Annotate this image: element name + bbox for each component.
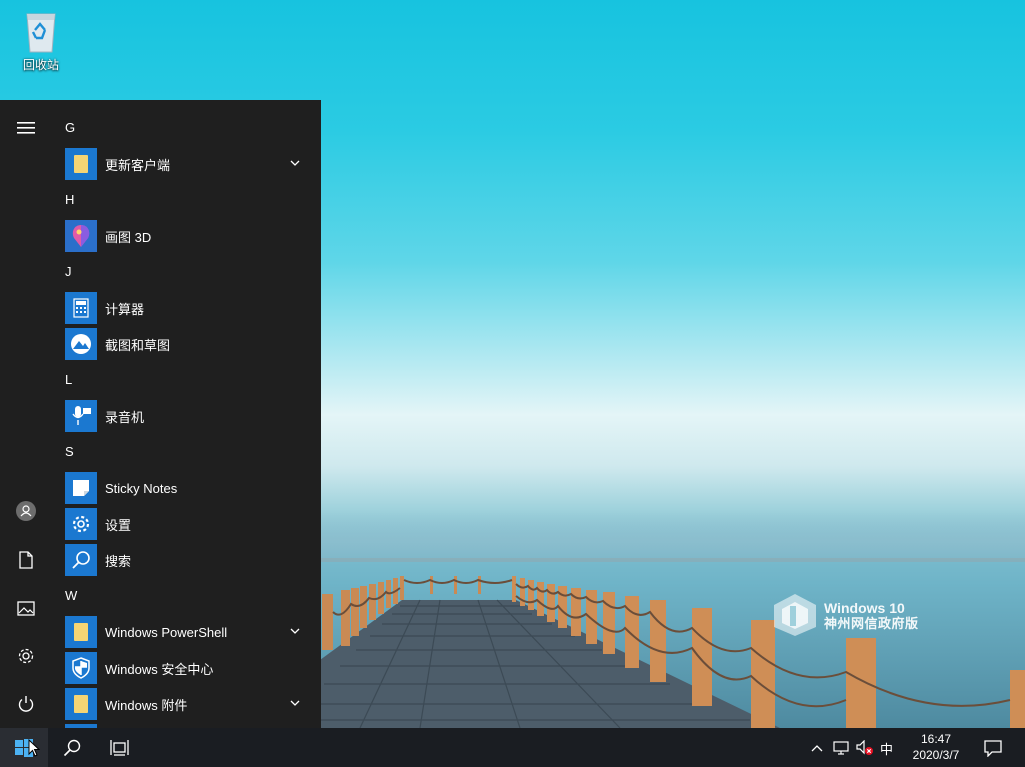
task-view-button[interactable] [96, 728, 144, 767]
action-center-button[interactable] [978, 728, 1008, 767]
windows-watermark: Windows 10 神州网信政府版 [772, 592, 918, 643]
hamburger-menu-button[interactable] [6, 108, 46, 148]
app-item-windows-security[interactable]: Windows 安全中心 [52, 650, 321, 686]
snip-sketch-icon [71, 334, 91, 354]
show-hidden-icons-button[interactable] [806, 728, 828, 767]
app-item-windows-powershell[interactable]: Windows PowerShell [52, 614, 321, 650]
app-name: 截图和草图 [105, 337, 171, 353]
folder-icon [74, 695, 88, 713]
app-name: 设置 [105, 517, 132, 533]
app-tile [65, 220, 97, 252]
app-name: Windows 安全中心 [105, 661, 214, 677]
hamburger-menu-icon [17, 122, 35, 134]
section-header-l[interactable]: L [52, 362, 321, 398]
app-item-update-client[interactable]: 更新客户端 [52, 146, 321, 182]
app-tile [65, 292, 97, 324]
app-name: Sticky Notes [105, 480, 178, 496]
desktop-icon-recycle-bin[interactable]: 回收站 [10, 8, 72, 73]
task-view-icon [110, 739, 129, 756]
app-tile [65, 688, 97, 720]
app-tile [65, 508, 97, 540]
app-item-sticky-notes[interactable]: Sticky Notes [52, 470, 321, 506]
clock[interactable]: 16:47 2020/3/7 [902, 731, 970, 763]
app-name: 更新客户端 [105, 157, 171, 173]
app-name: Windows PowerShell [105, 624, 228, 640]
pictures-button[interactable] [6, 588, 46, 628]
user-account-button[interactable] [6, 491, 46, 531]
user-avatar-icon [16, 501, 36, 521]
app-item-windows-accessories[interactable]: Windows 附件 [52, 686, 321, 722]
section-header-s[interactable]: S [52, 434, 321, 470]
desktop-icon-label: 回收站 [22, 58, 59, 72]
app-tile [65, 148, 97, 180]
app-tile [65, 400, 97, 432]
documents-icon [19, 551, 33, 569]
app-item-calculator[interactable]: 计算器 [52, 290, 321, 326]
start-button[interactable] [0, 728, 48, 767]
app-name: 计算器 [105, 301, 145, 317]
watermark-subtitle: 神州网信政府版 [824, 616, 919, 631]
app-name: Windows 附件 [105, 697, 188, 713]
chevron-up-icon [811, 744, 823, 751]
chevron-down-icon[interactable] [289, 625, 301, 637]
app-tile [65, 472, 97, 504]
search-icon [63, 739, 81, 756]
paint3d-icon [72, 225, 90, 247]
app-name: 画图 3D [105, 229, 152, 245]
settings-icon [18, 648, 34, 664]
volume-muted-icon [856, 739, 873, 755]
shield-icon [72, 657, 90, 679]
windows-logo-watermark-icon [774, 594, 816, 636]
start-menu: G 更新客户端 H 画图 3D J 计算器 截图和草图 L 录音机 S Stic… [0, 100, 321, 728]
app-name: 搜索 [105, 553, 132, 569]
network-icon [833, 740, 849, 755]
app-name: 录音机 [105, 409, 145, 425]
app-item-snip-sketch[interactable]: 截图和草图 [52, 326, 321, 362]
start-app-list: G 更新客户端 H 画图 3D J 计算器 截图和草图 L 录音机 S Stic… [52, 110, 321, 728]
watermark-title: Windows 10 [824, 600, 905, 616]
app-item-settings[interactable]: 设置 [52, 506, 321, 542]
chevron-down-icon[interactable] [289, 157, 301, 169]
app-tile [65, 652, 97, 684]
app-item-search[interactable]: 搜索 [52, 542, 321, 578]
power-button[interactable] [6, 684, 46, 724]
pictures-icon [17, 600, 35, 616]
recycle-bin-icon [26, 13, 56, 53]
taskbar: 中 16:47 2020/3/7 [0, 728, 1025, 767]
app-tile [65, 328, 97, 360]
documents-button[interactable] [6, 540, 46, 580]
voice-recorder-icon [72, 406, 91, 425]
input-method-indicator[interactable]: 中 [880, 739, 893, 758]
app-tile [65, 544, 97, 576]
network-status-button[interactable] [830, 728, 852, 767]
taskbar-search-button[interactable] [48, 728, 96, 767]
section-header-j[interactable]: J [52, 254, 321, 290]
volume-button[interactable] [854, 728, 876, 767]
settings-button[interactable] [6, 636, 46, 676]
section-header-h[interactable]: H [52, 182, 321, 218]
action-center-icon [984, 739, 1002, 757]
gear-icon [72, 515, 90, 533]
chevron-down-icon[interactable] [289, 697, 301, 709]
section-header-w[interactable]: W [52, 578, 321, 614]
mouse-cursor-icon [28, 739, 40, 757]
sticky-notes-icon [73, 480, 89, 496]
app-tile [65, 616, 97, 648]
calculator-icon [73, 298, 89, 318]
app-item-paint3d[interactable]: 画图 3D [52, 218, 321, 254]
folder-icon [74, 155, 88, 173]
start-menu-rail [0, 100, 52, 728]
section-header-g[interactable]: G [52, 110, 321, 146]
clock-time: 16:47 [920, 732, 952, 746]
app-item-voice-recorder[interactable]: 录音机 [52, 398, 321, 434]
folder-icon [74, 623, 88, 641]
clock-date: 2020/3/7 [912, 748, 960, 762]
search-icon [72, 551, 90, 569]
power-icon [18, 696, 34, 712]
